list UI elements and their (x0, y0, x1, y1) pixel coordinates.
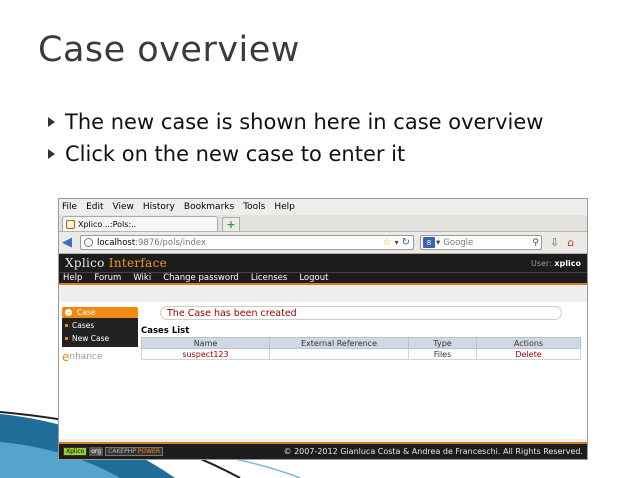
cases-table: Name External Reference Type Actions sus… (141, 337, 581, 360)
bullet-arrow-icon (48, 149, 55, 159)
bookmark-star-icon[interactable]: ☆ (383, 237, 392, 248)
home-icon[interactable]: ⌂ (567, 236, 574, 249)
url-path: :9876/pols/index (135, 237, 207, 248)
table-row[interactable]: suspect123 Files Delete (141, 348, 581, 360)
case-name-link[interactable]: suspect123 (141, 348, 270, 360)
delete-link[interactable]: Delete (476, 348, 581, 360)
user-info: User: xplico (531, 258, 581, 268)
column-header-type: Type (408, 337, 477, 349)
search-icon[interactable]: ⚲ (532, 238, 539, 248)
xplico-badge[interactable]: Xplico (63, 447, 88, 456)
menu-tools[interactable]: Tools (243, 202, 265, 212)
cases-list-title: Cases List (141, 326, 190, 336)
search-bar[interactable]: 8 ▾ Google ⚲ (420, 235, 542, 250)
case-type: Files (408, 348, 477, 360)
nav-forum[interactable]: Forum (94, 273, 121, 283)
slide-title: Case overview (38, 30, 300, 70)
bullet-text: Click on the new case to enter it (65, 142, 406, 166)
url-bar[interactable]: localhost :9876/pols/index ☆ ▾ ↻ (80, 235, 414, 250)
dropdown-icon[interactable]: ▾ (395, 238, 399, 247)
search-placeholder: Google (443, 237, 474, 248)
bullet-icon (65, 324, 68, 327)
menu-bookmarks[interactable]: Bookmarks (184, 202, 234, 212)
menu-help[interactable]: Help (274, 202, 295, 212)
app-header: Xplico Interface User: xplico (59, 254, 587, 272)
case-external-reference (269, 348, 409, 360)
bullet-arrow-icon (48, 117, 55, 127)
column-header-name: Name (141, 337, 270, 349)
nav-help[interactable]: Help (63, 273, 82, 283)
cakephp-badge[interactable]: CAKEPHP POWER (105, 447, 164, 456)
new-tab-button[interactable]: + (222, 217, 240, 231)
app-content: − Case Cases New Case e nhance The Case h… (59, 302, 587, 439)
dropdown-icon[interactable]: ▾ (436, 238, 440, 248)
copyright-text: © 2007-2012 Gianluca Costa & Andrea de F… (283, 447, 583, 456)
bullet-text: The new case is shown here in case overv… (65, 110, 544, 134)
app-footer: Xplico org CAKEPHP POWER © 2007-2012 Gia… (59, 442, 587, 459)
bullet-item: The new case is shown here in case overv… (48, 106, 543, 138)
globe-icon (84, 238, 93, 247)
browser-menubar: File Edit View History Bookmarks Tools H… (59, 199, 587, 215)
menu-history[interactable]: History (143, 202, 175, 212)
minus-icon: − (65, 309, 72, 316)
download-icon[interactable]: ⇩ (550, 236, 559, 249)
sidebar: − Case Cases New Case e nhance (62, 307, 138, 364)
search-engine-icon[interactable]: 8 (423, 237, 435, 248)
menu-file[interactable]: File (62, 202, 77, 212)
nav-change-password[interactable]: Change password (163, 273, 239, 283)
browser-tab[interactable]: Xplico ..:Pols:.. (62, 216, 218, 231)
org-badge[interactable]: org (89, 447, 104, 456)
app-logo[interactable]: Xplico Interface (65, 256, 167, 270)
back-arrow-icon[interactable]: ◀ (62, 235, 80, 250)
column-header-external-reference: External Reference (269, 337, 409, 349)
browser-navbar: ◀ localhost :9876/pols/index ☆ ▾ ↻ 8 ▾ G… (59, 232, 587, 254)
reload-icon[interactable]: ↻ (402, 237, 410, 248)
sidebar-item-cases[interactable]: Cases (62, 319, 138, 332)
favicon-icon (66, 219, 75, 229)
menu-edit[interactable]: Edit (86, 202, 103, 212)
nav-licenses[interactable]: Licenses (251, 273, 287, 283)
app-navbar: Help Forum Wiki Change password Licenses… (59, 272, 587, 285)
browser-tabbar: Xplico ..:Pols:.. + (59, 215, 587, 232)
nav-logout[interactable]: Logout (299, 273, 328, 283)
sidebar-header[interactable]: − Case (62, 307, 138, 318)
nav-wiki[interactable]: Wiki (133, 273, 151, 283)
bullet-icon (65, 337, 68, 340)
bullet-list: The new case is shown here in case overv… (48, 106, 543, 170)
column-header-actions: Actions (476, 337, 581, 349)
bullet-item: Click on the new case to enter it (48, 138, 543, 170)
plus-icon: + (226, 218, 236, 231)
browser-screenshot: File Edit View History Bookmarks Tools H… (58, 198, 588, 460)
enhance-link[interactable]: e nhance (62, 350, 138, 364)
sidebar-item-new-case[interactable]: New Case (62, 332, 138, 345)
tab-title: Xplico ..:Pols:.. (78, 219, 137, 229)
flash-message: The Case has been created (160, 306, 562, 320)
url-host: localhost (97, 237, 136, 248)
menu-view[interactable]: View (113, 202, 134, 212)
